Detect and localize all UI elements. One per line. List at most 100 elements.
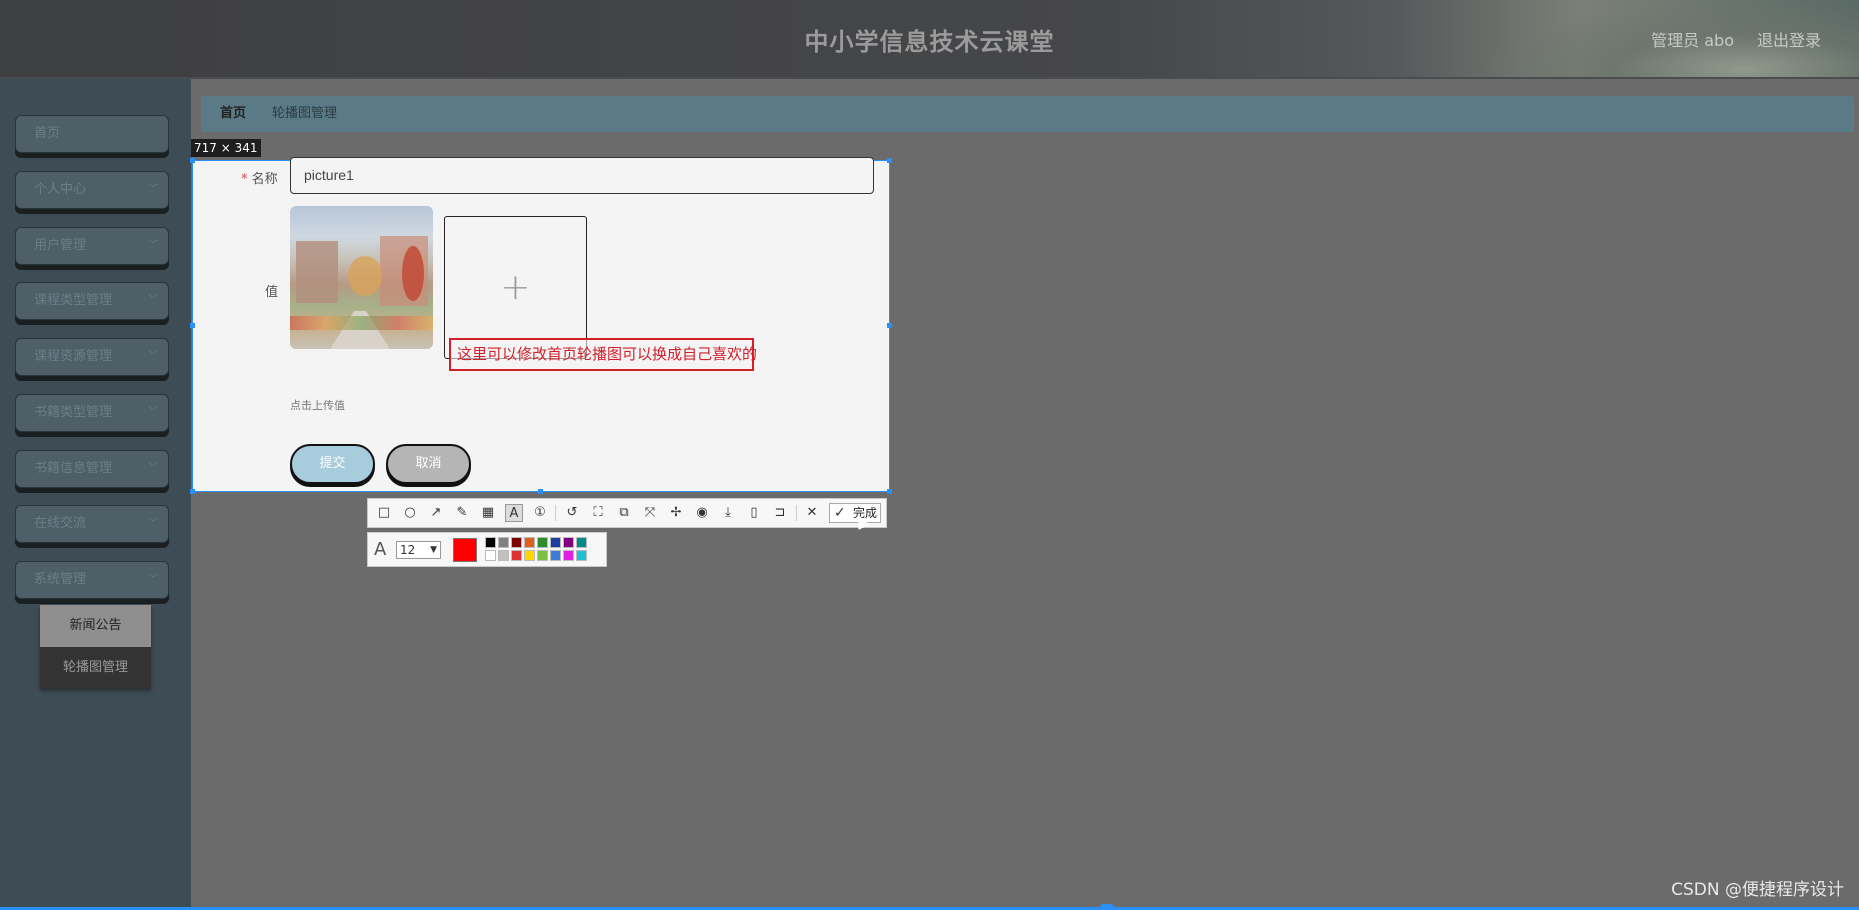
- color-swatch[interactable]: [563, 537, 574, 548]
- sidebar-item-label: 个人中心: [34, 182, 87, 197]
- sidebar: 首页 个人中心 ﹀ 用户管理 ﹀ 课程类型管理 ﹀ 课程资源管理 ﹀ 书籍类型管理 ﹀ 书…: [0, 79, 191, 910]
- chevron-down-icon: ﹀: [148, 407, 158, 418]
- sidebar-item-label: 用户管理: [34, 238, 87, 253]
- ocr-icon[interactable]: ⛶: [589, 504, 607, 522]
- breadcrumb-home[interactable]: 首页: [220, 96, 246, 132]
- chevron-down-icon: ﹀: [148, 518, 158, 529]
- system-submenu: 新闻公告 轮播图管理: [40, 605, 151, 689]
- color-swatch[interactable]: [511, 537, 522, 548]
- sidebar-item-label: 书籍类型管理: [34, 405, 113, 420]
- resize-handle[interactable]: [887, 489, 892, 494]
- submenu-item-carousel[interactable]: 轮播图管理: [40, 647, 151, 689]
- value-label: 值: [265, 285, 279, 300]
- color-swatch[interactable]: [537, 537, 548, 548]
- color-swatch[interactable]: [537, 550, 548, 561]
- admin-user-label: 管理员 abo: [1651, 31, 1734, 50]
- site-title: 中小学信息技术云课堂: [804, 28, 1055, 56]
- uploaded-image-thumbnail[interactable]: [290, 206, 433, 349]
- chevron-down-icon: ﹀: [148, 184, 158, 195]
- name-label-text: 名称: [251, 172, 278, 187]
- pin-icon[interactable]: ✢: [667, 504, 685, 522]
- download-icon[interactable]: ⤓: [719, 504, 737, 522]
- chevron-down-icon: ﹀: [148, 240, 158, 251]
- sidebar-item-online-chat[interactable]: 在线交流 ﹀: [15, 505, 169, 543]
- sidebar-item-label: 书籍信息管理: [34, 461, 113, 476]
- text-style-bar: A 12 ▼: [367, 532, 607, 567]
- capture-size-label: 717 × 341: [191, 139, 261, 157]
- mosaic-icon[interactable]: ▦: [479, 504, 497, 522]
- csdn-watermark: CSDN @便捷程序设计: [1671, 880, 1844, 900]
- capture-selection[interactable]: * 名称 picture1 值 + 这里可以修改首页轮播图可以换成自己喜欢的 点…: [190, 157, 892, 494]
- resize-handle[interactable]: [887, 323, 892, 328]
- pencil-icon[interactable]: ✎: [453, 504, 471, 522]
- breadcrumb-current: 轮播图管理: [272, 106, 338, 121]
- check-icon: ✓: [834, 505, 846, 521]
- name-label: * 名称: [241, 168, 278, 187]
- record-icon[interactable]: ◉: [693, 504, 711, 522]
- arrow-icon[interactable]: ↗: [427, 504, 445, 522]
- sidebar-item-book-info[interactable]: 书籍信息管理 ﹀: [15, 450, 169, 488]
- color-swatch[interactable]: [576, 537, 587, 548]
- color-swatch[interactable]: [485, 537, 496, 548]
- upload-hint: 点击上传值: [290, 399, 345, 412]
- copy-device-icon[interactable]: ▯: [745, 504, 763, 522]
- resize-handle[interactable]: [190, 489, 195, 494]
- number-icon[interactable]: ①: [531, 504, 549, 522]
- resize-handle[interactable]: [190, 158, 195, 163]
- text-annotation[interactable]: 这里可以修改首页轮播图可以换成自己喜欢的: [449, 338, 757, 371]
- translate-icon[interactable]: ⧉: [615, 504, 633, 522]
- current-color-swatch[interactable]: [453, 538, 477, 562]
- resize-handle[interactable]: [887, 158, 892, 163]
- sidebar-item-personal-center[interactable]: 个人中心 ﹀: [15, 171, 169, 209]
- rectangle-icon[interactable]: □: [375, 504, 393, 522]
- submenu-item-news[interactable]: 新闻公告: [40, 605, 151, 647]
- color-swatch[interactable]: [550, 537, 561, 548]
- cancel-button[interactable]: 取消: [386, 444, 471, 484]
- color-swatch[interactable]: [498, 550, 509, 561]
- chevron-down-icon: ﹀: [148, 463, 158, 474]
- close-icon[interactable]: ✕: [803, 504, 821, 522]
- color-swatch[interactable]: [524, 537, 535, 548]
- color-swatch[interactable]: [550, 550, 561, 561]
- chevron-down-icon: ﹀: [148, 351, 158, 362]
- sidebar-item-home[interactable]: 首页: [15, 115, 169, 153]
- sidebar-item-label: 系统管理: [34, 572, 87, 587]
- bottom-handle: [1100, 904, 1114, 910]
- plus-icon: +: [500, 267, 531, 308]
- long-screenshot-icon[interactable]: ⤧: [641, 504, 659, 522]
- undo-icon[interactable]: ↺: [563, 504, 581, 522]
- color-swatch[interactable]: [498, 537, 509, 548]
- submit-button[interactable]: 提交: [290, 444, 375, 484]
- resize-handle[interactable]: [538, 489, 543, 494]
- color-swatch[interactable]: [511, 550, 522, 561]
- font-size-value: 12: [400, 543, 416, 557]
- text-icon[interactable]: A: [505, 504, 523, 522]
- capture-toolbar: □ ○ ↗ ✎ ▦ A ① ↺ ⛶ ⧉ ⤧ ✢ ◉ ⤓ ▯ ⊐ ✕ ✓ 完成: [367, 498, 887, 528]
- bookmark-icon[interactable]: ⊐: [771, 504, 789, 522]
- sidebar-item-label: 在线交流: [34, 516, 87, 531]
- color-swatch[interactable]: [576, 550, 587, 561]
- color-swatch[interactable]: [524, 550, 535, 561]
- color-swatch[interactable]: [563, 550, 574, 561]
- top-header: 中小学信息技术云课堂 管理员 abo 退出登录: [0, 0, 1859, 79]
- color-swatch[interactable]: [485, 550, 496, 561]
- sidebar-item-course-type[interactable]: 课程类型管理 ﹀: [15, 282, 169, 320]
- font-size-select[interactable]: 12 ▼: [396, 541, 441, 559]
- font-icon: A: [374, 539, 387, 560]
- chevron-down-icon: ﹀: [148, 574, 158, 585]
- ellipse-icon[interactable]: ○: [401, 504, 419, 522]
- sidebar-item-user-management[interactable]: 用户管理 ﹀: [15, 227, 169, 265]
- sidebar-item-label: 首页: [34, 126, 61, 141]
- sidebar-item-book-type[interactable]: 书籍类型管理 ﹀: [15, 394, 169, 432]
- name-input[interactable]: picture1: [290, 157, 874, 194]
- resize-handle[interactable]: [190, 323, 195, 328]
- sidebar-item-system-management[interactable]: 系统管理 ﹀: [15, 561, 169, 599]
- chevron-down-icon: ▼: [430, 545, 437, 555]
- breadcrumb: 首页 轮播图管理: [201, 96, 1854, 132]
- sidebar-item-label: 课程类型管理: [34, 293, 113, 308]
- required-mark: *: [241, 172, 248, 187]
- sidebar-item-course-resources[interactable]: 课程资源管理 ﹀: [15, 338, 169, 376]
- sidebar-item-label: 课程资源管理: [34, 349, 113, 364]
- chevron-down-icon: ﹀: [148, 295, 158, 306]
- logout-link[interactable]: 退出登录: [1757, 27, 1821, 51]
